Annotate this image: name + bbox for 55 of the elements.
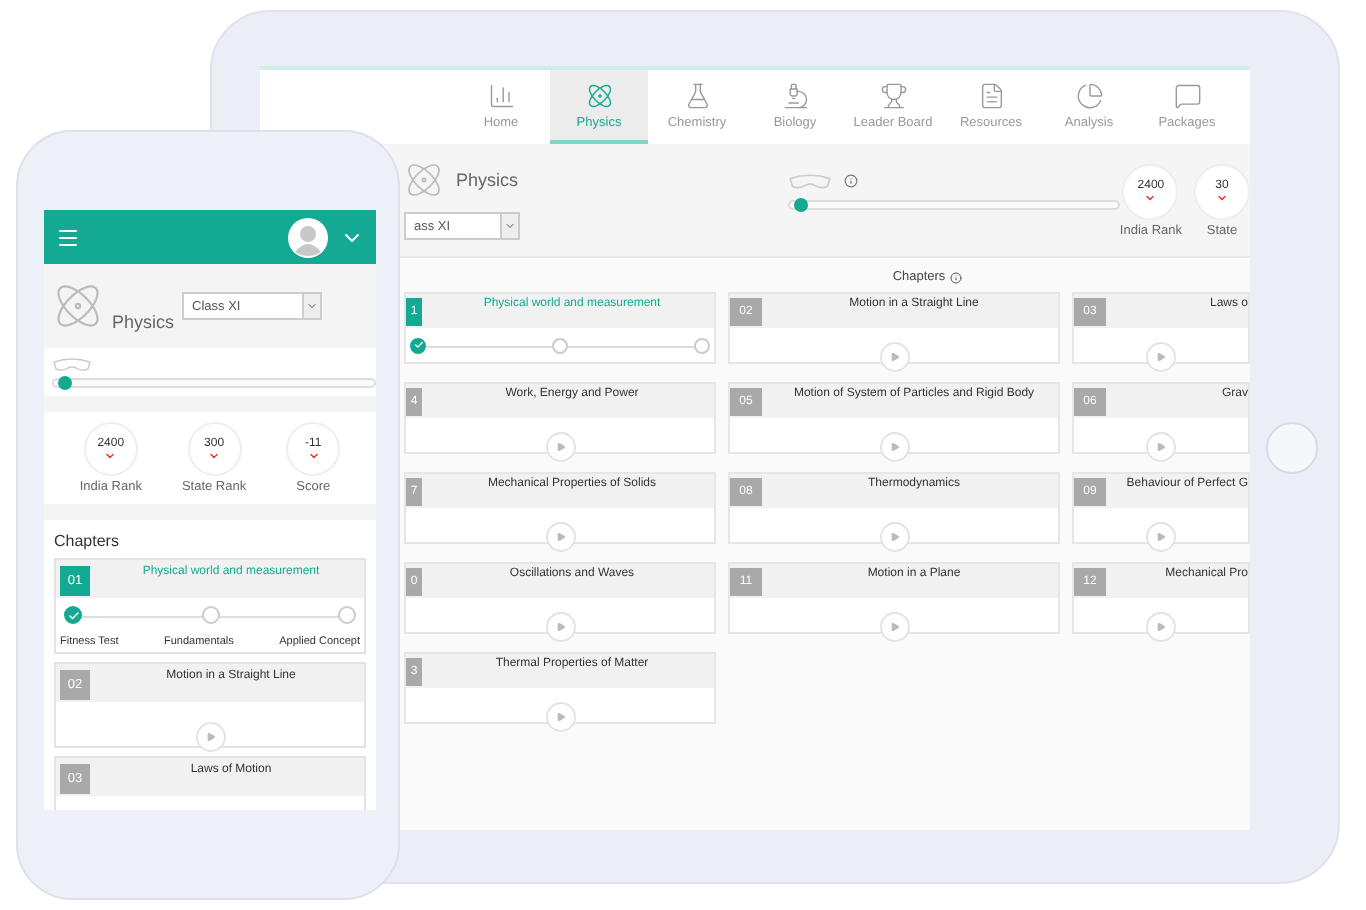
caret-icon <box>306 300 319 312</box>
play-icon <box>1156 352 1166 362</box>
atom-icon <box>585 81 613 109</box>
progress-thumb[interactable] <box>794 197 809 212</box>
play-icon <box>555 532 565 542</box>
play-button[interactable] <box>879 342 909 372</box>
subject-title: Physics <box>456 170 519 190</box>
chevron-icon <box>208 449 221 461</box>
chevron-icon <box>1216 192 1228 204</box>
pie-chart-icon <box>1075 81 1103 109</box>
chevron-icon <box>104 449 117 461</box>
document-icon <box>977 81 1005 109</box>
play-icon <box>555 712 565 722</box>
atom-icon <box>52 280 104 332</box>
play-button[interactable] <box>879 522 909 552</box>
play-icon <box>555 442 565 452</box>
bar-chart-icon <box>487 81 515 109</box>
play-button[interactable] <box>545 432 575 462</box>
avatar-icon[interactable] <box>288 217 328 257</box>
chapters-heading: Chapters <box>54 532 121 550</box>
trophy-icon <box>879 81 907 109</box>
play-button[interactable] <box>1146 612 1176 642</box>
play-icon <box>555 622 565 632</box>
microscope-icon <box>781 81 809 109</box>
flask-icon <box>683 81 711 109</box>
caret-icon <box>504 220 516 232</box>
play-icon <box>889 532 899 542</box>
play-button[interactable] <box>545 612 575 642</box>
chevron-icon <box>307 449 320 461</box>
play-button[interactable] <box>195 722 225 752</box>
play-icon <box>1156 442 1166 452</box>
play-icon <box>1156 532 1166 542</box>
goggles-icon <box>787 172 832 192</box>
atom-icon <box>404 160 444 200</box>
play-icon <box>1156 622 1166 632</box>
menu-icon[interactable] <box>56 225 80 249</box>
chat-icon <box>1173 81 1201 109</box>
play-icon <box>889 622 899 632</box>
info-icon <box>949 271 962 283</box>
play-button[interactable] <box>879 612 909 642</box>
subject-title: Physics <box>112 312 175 332</box>
play-button[interactable] <box>545 702 575 732</box>
play-icon <box>889 352 899 362</box>
play-icon <box>205 732 215 742</box>
info-icon <box>843 174 858 189</box>
play-button[interactable] <box>545 522 575 552</box>
chevron-icon <box>1144 192 1157 204</box>
play-button[interactable] <box>1146 522 1176 552</box>
play-button[interactable] <box>1146 432 1176 462</box>
play-button[interactable] <box>1146 342 1176 372</box>
play-icon <box>889 442 899 452</box>
progress-thumb[interactable] <box>58 376 73 390</box>
goggles-icon <box>52 356 92 374</box>
play-button[interactable] <box>879 432 909 462</box>
home-key <box>1266 422 1318 474</box>
